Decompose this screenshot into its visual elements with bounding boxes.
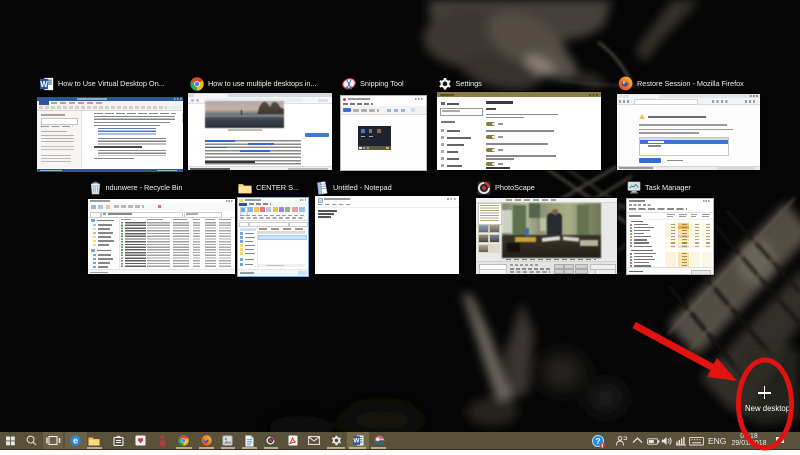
svg-text:W: W (40, 80, 48, 89)
svg-text:e: e (72, 436, 77, 446)
svg-text:W: W (353, 438, 360, 445)
